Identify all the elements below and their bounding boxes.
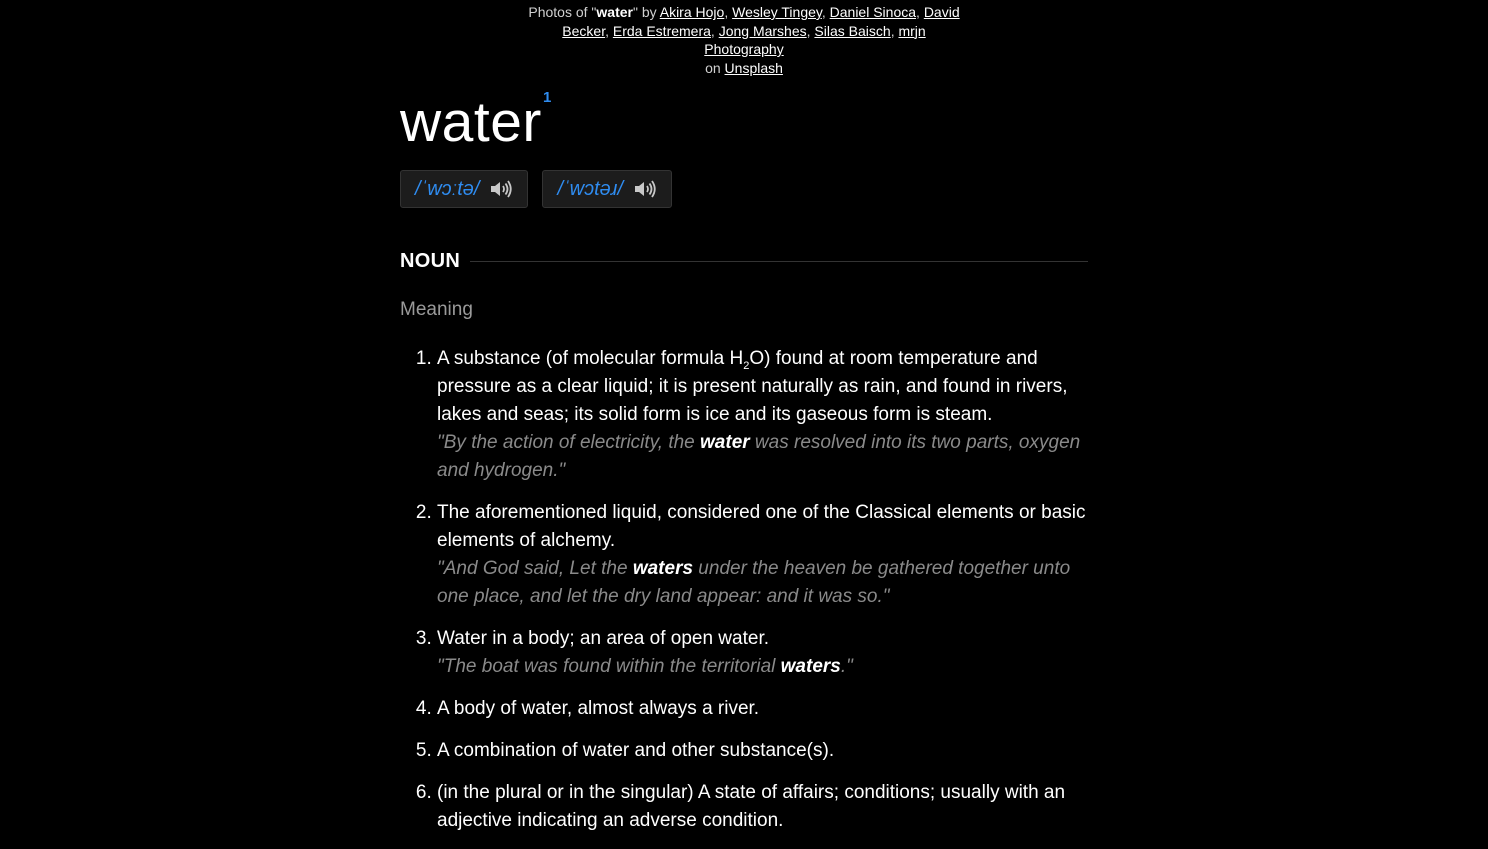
definition-example: "The boat was found within the territori…: [437, 656, 853, 677]
definition-text: A substance (of molecular formula H2O) f…: [437, 348, 1068, 425]
photographer-link[interactable]: Jong Marshes: [719, 23, 807, 39]
pronunciation-button-uk[interactable]: /ˈwɔːtə/: [400, 170, 529, 208]
photo-credits: Photos of "water" by Akira Hojo, Wesley …: [528, 4, 960, 76]
pronunciation-row: /ˈwɔːtə/ /ˈwɔtəɹ/: [400, 170, 1088, 208]
definition-item: A body of water, almost always a river.: [437, 695, 1088, 723]
unsplash-link[interactable]: Unsplash: [725, 60, 783, 76]
pronunciation-ipa: /ˈwɔːtə/: [415, 177, 480, 200]
definition-list: A substance (of molecular formula H2O) f…: [400, 345, 1088, 835]
definition-text: Water in a body; an area of open water.: [437, 628, 769, 649]
photographer-link[interactable]: Wesley Tingey: [732, 4, 822, 20]
photographer-link[interactable]: Daniel Sinoca: [830, 4, 916, 20]
credits-prefix: Photos of ": [528, 4, 597, 20]
definition-example: "And God said, Let the waters under the …: [437, 558, 1071, 607]
definition-text: A body of water, almost always a river.: [437, 698, 760, 719]
dictionary-entry: water 1 /ˈwɔːtə/ /ˈwɔtəɹ/ NOUN Meaning 1…: [400, 84, 1088, 849]
meaning-label: Meaning: [400, 299, 473, 320]
definition-item: A combination of water and other substan…: [437, 737, 1088, 765]
definition-example: "By the action of electricity, the water…: [437, 432, 1081, 481]
part-of-speech: NOUN: [400, 250, 461, 272]
divider: [470, 261, 1088, 262]
pronunciation-button-us[interactable]: /ˈwɔtəɹ/: [542, 170, 673, 208]
photographer-link[interactable]: Erda Estremera: [613, 23, 711, 39]
photographer-link[interactable]: Silas Baisch: [814, 23, 890, 39]
definition-item: Water in a body; an area of open water. …: [437, 625, 1088, 681]
headword-row: water 1: [400, 84, 1088, 160]
definition-text: A combination of water and other substan…: [437, 740, 835, 761]
definition-item: A substance (of molecular formula H2O) f…: [437, 345, 1088, 485]
pronunciation-ipa: /ˈwɔtəɹ/: [557, 177, 624, 200]
definition-text: (in the plural or in the singular) A sta…: [437, 782, 1066, 831]
credits-middle: " by: [632, 4, 660, 20]
definition-item: The aforementioned liquid, considered on…: [437, 499, 1088, 611]
credits-term: water: [596, 4, 633, 20]
speaker-icon: [635, 180, 656, 198]
definition-text: The aforementioned liquid, considered on…: [437, 502, 1086, 551]
definition-item: (in the plural or in the singular) A sta…: [437, 779, 1088, 835]
speaker-icon: [491, 180, 513, 198]
homograph-number: 1: [543, 89, 552, 106]
photographer-link[interactable]: Akira Hojo: [660, 4, 725, 20]
credits-on: on: [705, 59, 725, 76]
part-of-speech-header: NOUN: [400, 250, 1088, 273]
headword: water: [400, 90, 542, 154]
